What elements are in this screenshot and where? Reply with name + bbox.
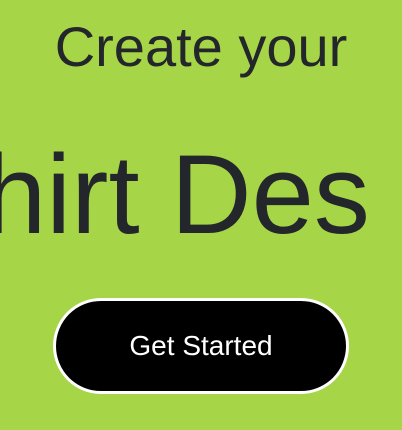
get-started-button[interactable]: Get Started — [53, 298, 349, 394]
headline-line-2: hirt Des — [0, 132, 370, 257]
hero-section: Create your hirt Des Get Started — [0, 0, 402, 430]
headline-line-1: Create your — [54, 15, 348, 78]
